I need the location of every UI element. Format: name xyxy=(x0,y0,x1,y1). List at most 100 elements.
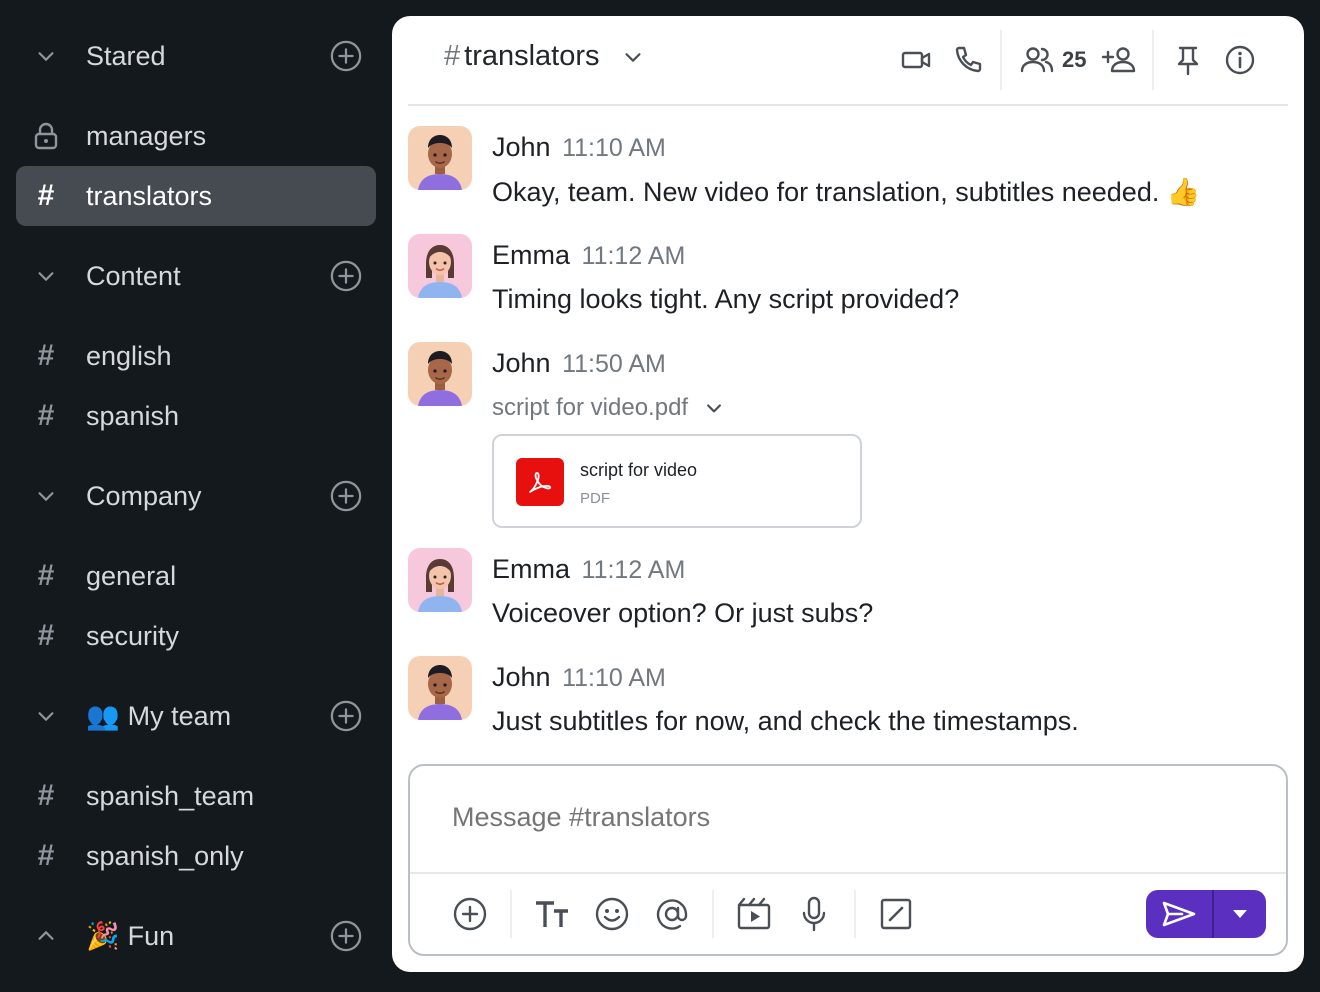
slash-command-icon[interactable] xyxy=(876,894,916,934)
sidebar-item-managers[interactable]: managers xyxy=(16,106,376,166)
info-icon[interactable] xyxy=(1224,44,1256,76)
sidebar-item-spanish-only[interactable]: # spanish_only xyxy=(16,826,376,886)
lock-icon xyxy=(16,122,76,150)
composer-divider xyxy=(410,872,1286,874)
attach-plus-icon[interactable] xyxy=(450,894,490,934)
section-label: Stared xyxy=(86,40,166,71)
section-company[interactable]: Company xyxy=(16,466,376,526)
section-stared[interactable]: Stared xyxy=(16,26,376,86)
toolbar-divider xyxy=(712,890,714,938)
chevron-down-icon[interactable] xyxy=(16,485,76,507)
header-divider xyxy=(1000,30,1002,90)
attachment-filename: script for video.pdf xyxy=(492,394,689,421)
author-name[interactable]: Emma xyxy=(492,240,570,270)
author-name[interactable]: John xyxy=(492,662,551,692)
message-body: Okay, team. New video for translation, s… xyxy=(492,177,1160,207)
message-header: John 11:10 AM xyxy=(492,132,666,163)
emoji-icon[interactable] xyxy=(592,894,632,934)
message-header: Emma 11:12 AM xyxy=(492,240,685,271)
sidebar-item-label: translators xyxy=(86,180,213,211)
party-emoji-icon: 🎉 xyxy=(86,921,120,951)
section-label-text: My team xyxy=(127,701,232,731)
message-input[interactable] xyxy=(452,802,1232,833)
chevron-up-icon[interactable] xyxy=(16,925,76,947)
avatar-emma[interactable] xyxy=(408,234,472,298)
send-options-chevron-icon[interactable] xyxy=(1214,890,1266,938)
hash-icon: # xyxy=(37,339,55,372)
author-name[interactable]: Emma xyxy=(492,554,570,584)
sidebar-item-general[interactable]: # general xyxy=(16,546,376,606)
hash-icon: # xyxy=(37,179,55,212)
add-channel-icon[interactable] xyxy=(330,700,362,732)
sidebar-item-label: general xyxy=(86,560,177,591)
sidebar-item-label: spanish xyxy=(86,400,180,431)
avatar-john[interactable] xyxy=(408,342,472,406)
timestamp: 11:10 AM xyxy=(562,664,666,692)
chat-panel: # translators 25 John 11:10 AM Okay, tea… xyxy=(392,16,1304,972)
sidebar-item-security[interactable]: # security xyxy=(16,606,376,666)
sidebar-item-translators[interactable]: # translators xyxy=(16,166,376,226)
toolbar-divider xyxy=(510,890,512,938)
header-divider xyxy=(1152,30,1154,90)
section-content[interactable]: Content xyxy=(16,246,376,306)
chevron-down-icon[interactable] xyxy=(16,265,76,287)
add-channel-icon[interactable] xyxy=(330,260,362,292)
channel-title[interactable]: # translators xyxy=(444,40,644,73)
author-name[interactable]: John xyxy=(492,132,551,162)
mention-icon[interactable] xyxy=(652,894,692,934)
section-label: 🎉 Fun xyxy=(86,920,174,952)
avatar-john[interactable] xyxy=(408,656,472,720)
text-format-icon[interactable] xyxy=(532,894,572,934)
message-composer xyxy=(408,764,1288,956)
pin-icon[interactable] xyxy=(1172,44,1204,76)
section-my-team[interactable]: 👥 My team xyxy=(16,686,376,746)
section-fun[interactable]: 🎉 Fun xyxy=(16,906,376,966)
file-attachment-card[interactable]: script for video PDF xyxy=(492,434,862,528)
sidebar-item-spanish-team[interactable]: # spanish_team xyxy=(16,766,376,826)
sidebar-item-spanish[interactable]: # spanish xyxy=(16,386,376,446)
section-label: Company xyxy=(86,480,202,511)
message-header: John 11:10 AM xyxy=(492,662,666,693)
add-channel-icon[interactable] xyxy=(330,920,362,952)
chevron-down-icon[interactable] xyxy=(622,46,644,68)
add-channel-icon[interactable] xyxy=(330,480,362,512)
microphone-icon[interactable] xyxy=(794,894,834,934)
sidebar-item-english[interactable]: # english xyxy=(16,326,376,386)
sidebar-item-label: spanish_only xyxy=(86,840,244,871)
video-clip-icon[interactable] xyxy=(734,894,774,934)
message-body: Voiceover option? Or just subs? xyxy=(492,598,874,628)
send-button-group xyxy=(1146,890,1266,938)
chevron-down-icon[interactable] xyxy=(16,705,76,727)
chevron-down-icon[interactable] xyxy=(16,45,76,67)
pdf-icon xyxy=(516,458,564,506)
sidebar-item-label: spanish_team xyxy=(86,780,255,811)
message-body: Just subtitles for now, and check the ti… xyxy=(492,706,1079,736)
video-call-icon[interactable] xyxy=(900,44,932,76)
sidebar: Stared managers # translators Content # … xyxy=(0,0,392,992)
message-header: Emma 11:12 AM xyxy=(492,554,685,585)
attachment-toggle[interactable]: script for video.pdf xyxy=(492,394,724,422)
thumbs-up-emoji-icon: 👍 xyxy=(1166,177,1201,207)
hash-icon: # xyxy=(37,619,55,652)
channel-name: translators xyxy=(464,40,600,72)
author-name[interactable]: John xyxy=(492,348,551,378)
avatar-emma[interactable] xyxy=(408,548,472,612)
message-header: John 11:50 AM xyxy=(492,348,666,379)
toolbar-divider xyxy=(854,890,856,938)
sidebar-item-label: english xyxy=(86,340,172,371)
timestamp: 11:12 AM xyxy=(581,556,686,584)
sidebar-item-label: security xyxy=(86,620,180,651)
timestamp: 11:12 AM xyxy=(581,242,686,270)
section-label: Content xyxy=(86,260,181,291)
chevron-down-icon[interactable] xyxy=(704,398,724,418)
phone-icon[interactable] xyxy=(952,44,984,76)
hash-icon: # xyxy=(37,839,55,872)
send-button[interactable] xyxy=(1146,890,1212,938)
add-channel-icon[interactable] xyxy=(330,40,362,72)
add-member-icon[interactable] xyxy=(1100,44,1136,76)
file-name: script for video xyxy=(580,460,698,480)
avatar-john[interactable] xyxy=(408,126,472,190)
members-button[interactable]: 25 xyxy=(1020,44,1086,76)
member-count: 25 xyxy=(1062,47,1087,72)
timestamp: 11:10 AM xyxy=(562,134,666,162)
